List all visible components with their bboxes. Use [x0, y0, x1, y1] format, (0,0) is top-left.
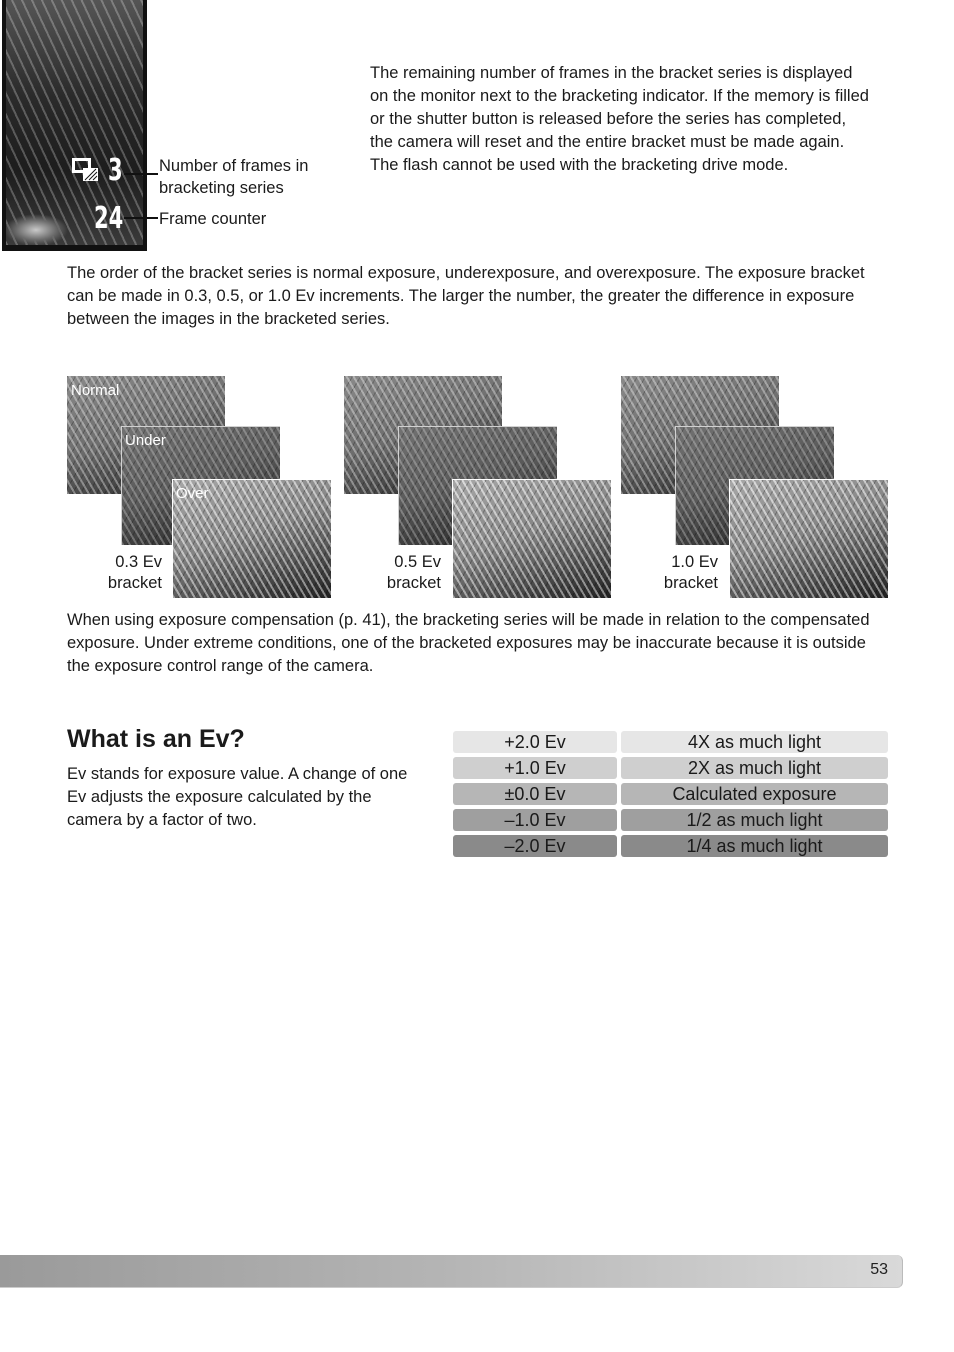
- intro-paragraph: The remaining number of frames in the br…: [370, 64, 869, 174]
- footer-bar: 53: [0, 1255, 903, 1288]
- caption-ev: 0.5 Ev: [394, 553, 441, 571]
- callout-line-counter: [124, 217, 158, 219]
- section-title: What is an Ev?: [67, 725, 245, 753]
- normal-label: Normal: [71, 382, 120, 399]
- bracket-caption: 0.3 Ev bracket: [62, 552, 162, 594]
- compensation-paragraph: When using exposure compensation (p. 41)…: [67, 611, 870, 675]
- ev-value-cell: +1.0 Ev: [453, 757, 617, 779]
- ev-meaning-cell: 1/4 as much light: [621, 835, 888, 857]
- bracket-caption: 1.0 Ev bracket: [618, 552, 718, 594]
- callout-line-frames: [124, 173, 158, 175]
- over-exposure-image: [452, 479, 611, 598]
- bracketing-drive-icon: [72, 158, 98, 181]
- bracket-caption: 0.5 Ev bracket: [341, 552, 441, 594]
- ev-meaning-cell: 4X as much light: [621, 731, 888, 753]
- ev-value-cell: –2.0 Ev: [453, 835, 617, 857]
- over-label: Over: [176, 485, 209, 502]
- ev-meaning-cell: Calculated exposure: [621, 783, 888, 805]
- ev-meaning-cell: 1/2 as much light: [621, 809, 888, 831]
- under-label: Under: [125, 432, 166, 449]
- caption-ev: 0.3 Ev: [115, 553, 162, 571]
- order-paragraph: The order of the bracket series is norma…: [67, 264, 865, 328]
- callout-counter-label: Frame counter: [159, 210, 267, 228]
- callout-frames-label: Number of frames in bracketing series: [159, 157, 309, 197]
- ev-value-cell: ±0.0 Ev: [453, 783, 617, 805]
- caption-bracket: bracket: [107, 574, 162, 592]
- caption-bracket: bracket: [386, 574, 441, 592]
- monitor-display-image: 3 24: [2, 0, 147, 251]
- frames-remaining-readout: 3: [108, 153, 123, 188]
- over-exposure-image: [729, 479, 888, 598]
- ev-value-cell: +2.0 Ev: [453, 731, 617, 753]
- ev-meaning-cell: 2X as much light: [621, 757, 888, 779]
- ev-description: Ev stands for exposure value. A change o…: [67, 765, 408, 829]
- ev-value-cell: –1.0 Ev: [453, 809, 617, 831]
- caption-bracket: bracket: [663, 574, 718, 592]
- page-number: 53: [870, 1261, 888, 1278]
- frame-counter-readout: 24: [94, 201, 124, 236]
- caption-ev: 1.0 Ev: [671, 553, 718, 571]
